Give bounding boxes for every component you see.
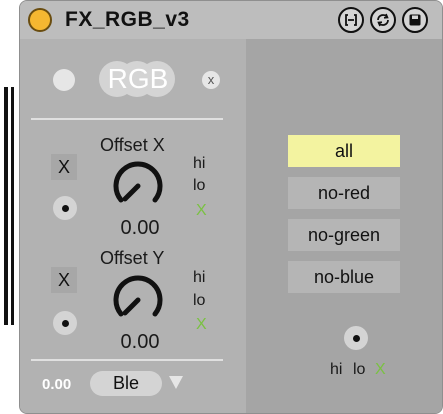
offset-y-dot-button[interactable] xyxy=(53,311,77,335)
save-icon xyxy=(409,14,421,26)
offset-x-knob[interactable] xyxy=(108,156,168,216)
offset-y-hi[interactable]: hi xyxy=(193,269,205,287)
map-button[interactable] xyxy=(338,7,364,33)
offset-y-value: 0.00 xyxy=(120,331,160,353)
offset-y-label: Offset Y xyxy=(100,248,165,268)
offset-x-toggle[interactable]: X xyxy=(51,154,77,180)
dropdown-arrow-icon[interactable] xyxy=(169,376,183,389)
mode-hi[interactable]: hi xyxy=(330,361,342,379)
blend-menu[interactable]: Ble xyxy=(90,371,162,396)
right-panel: all no-red no-green no-blue hi lo X xyxy=(246,39,442,413)
offset-x-dot-button[interactable] xyxy=(53,196,77,220)
divider xyxy=(31,118,223,120)
mode-lo[interactable]: lo xyxy=(353,361,365,379)
clear-button[interactable]: x xyxy=(202,71,220,89)
mode-x[interactable]: X xyxy=(375,361,386,379)
offset-y-knob[interactable] xyxy=(108,270,168,330)
divider xyxy=(31,359,223,361)
bottom-value: 0.00 xyxy=(42,376,72,393)
mode-dot-button[interactable] xyxy=(344,326,368,350)
offset-x-label: Offset X xyxy=(100,135,165,155)
mode-button-all[interactable]: all xyxy=(288,135,400,167)
offset-x-hi[interactable]: hi xyxy=(193,155,205,173)
title-bar: FX_RGB_v3 xyxy=(20,1,442,39)
side-rail-bar xyxy=(4,87,8,325)
mode-button-no-green[interactable]: no-green xyxy=(288,219,400,251)
offset-y-toggle[interactable]: X xyxy=(51,267,77,293)
device-status-dot[interactable] xyxy=(28,8,52,32)
side-rail-bar xyxy=(11,87,14,325)
offset-y-x[interactable]: X xyxy=(196,316,207,334)
refresh-icon xyxy=(377,13,389,27)
offset-x-value: 0.00 xyxy=(120,217,160,239)
enable-led[interactable] xyxy=(53,69,75,91)
save-button[interactable] xyxy=(402,7,428,33)
mode-button-no-blue[interactable]: no-blue xyxy=(288,261,400,293)
left-panel: RGB x Offset X X 0.00 hi lo X Offset Y X… xyxy=(20,39,246,413)
offset-y-lo[interactable]: lo xyxy=(193,292,205,310)
device-title: FX_RGB_v3 xyxy=(65,8,190,31)
mode-button-no-red[interactable]: no-red xyxy=(288,177,400,209)
offset-x-x[interactable]: X xyxy=(196,202,207,220)
offset-x-lo[interactable]: lo xyxy=(193,177,205,195)
refresh-button[interactable] xyxy=(370,7,396,33)
device-panel: FX_RGB_v3 RGB x Offset X X 0.00 hi lo X … xyxy=(19,0,443,414)
rgb-label: RGB xyxy=(107,63,169,94)
rgb-button[interactable]: RGB xyxy=(99,59,177,99)
bracket-box-icon xyxy=(345,14,357,26)
